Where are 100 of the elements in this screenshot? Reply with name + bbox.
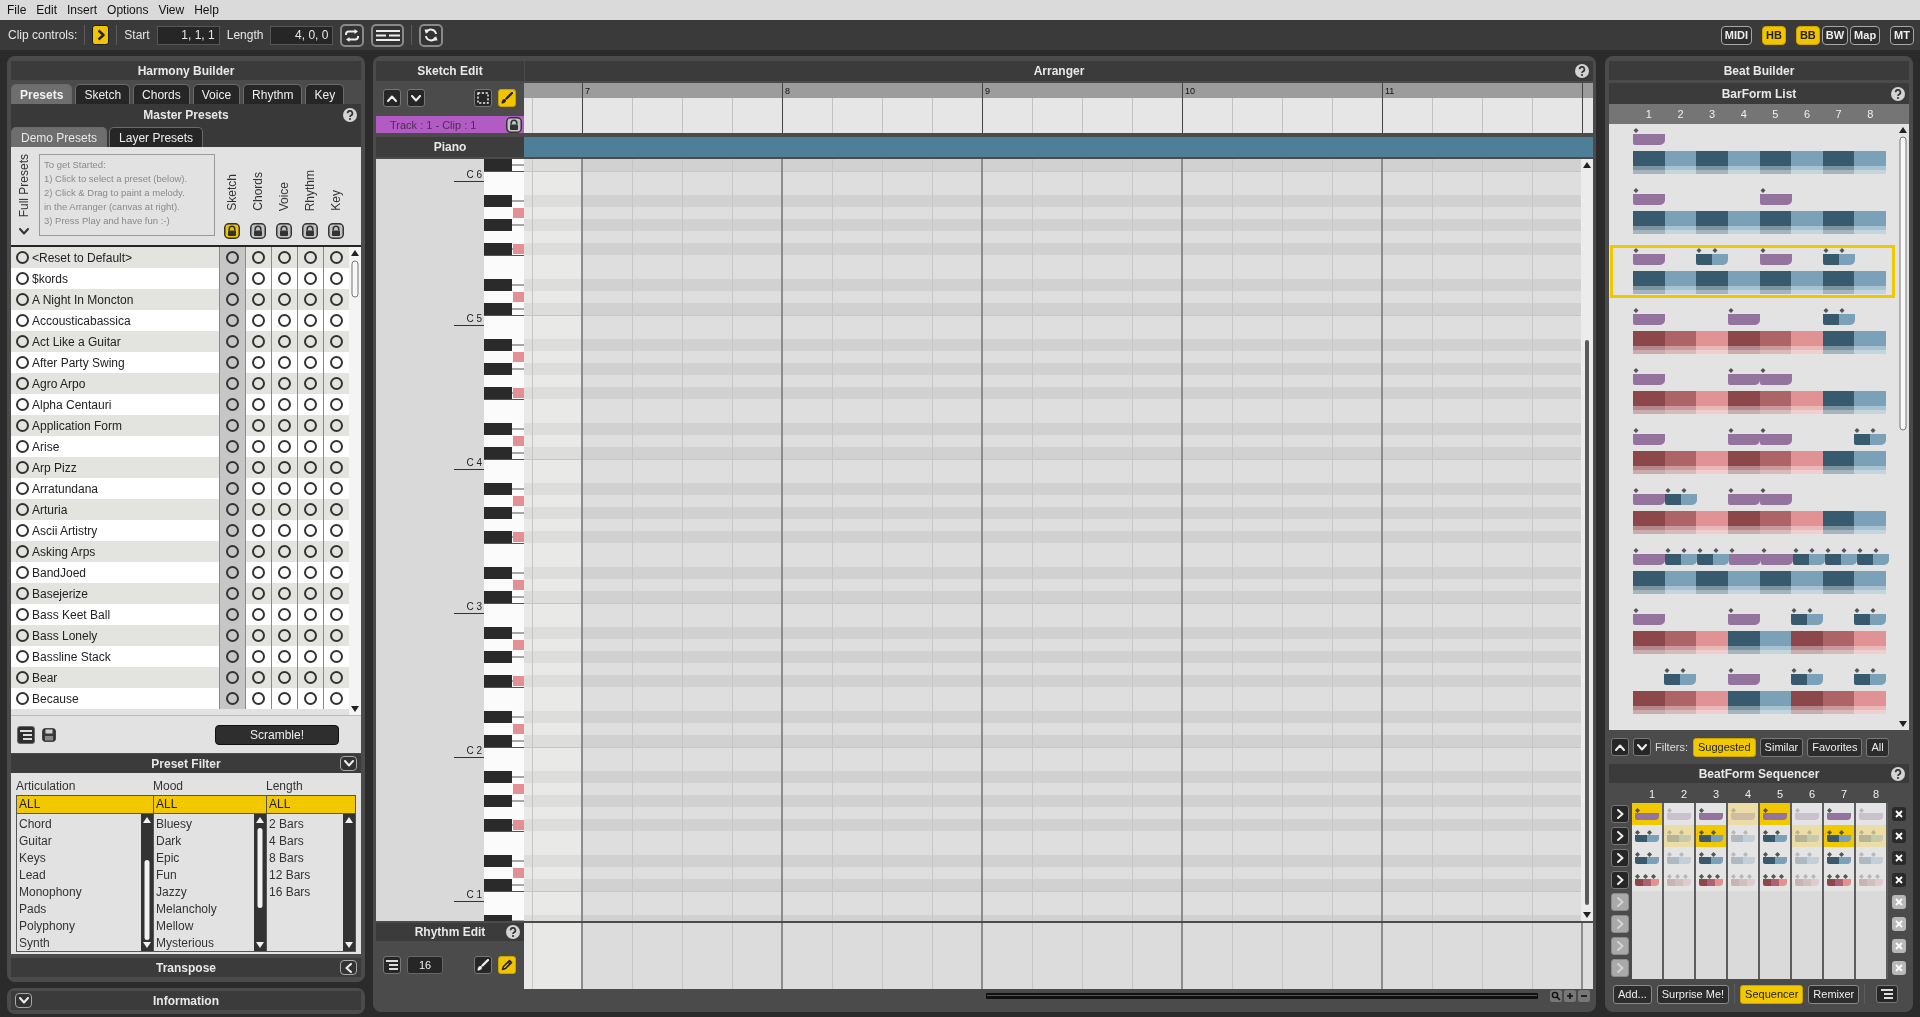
expand-track-button[interactable] xyxy=(1611,871,1629,889)
sequencer-cell[interactable] xyxy=(1696,803,1728,825)
lock-icon[interactable] xyxy=(250,223,266,239)
radio-button[interactable] xyxy=(330,356,343,369)
radio-button[interactable] xyxy=(278,545,291,558)
radio-button[interactable] xyxy=(252,398,265,411)
vertical-scrollbar[interactable] xyxy=(1581,159,1593,921)
tab[interactable]: Rhythm xyxy=(243,84,303,104)
refresh-button[interactable] xyxy=(419,23,444,47)
preset-name[interactable]: After Party Swing xyxy=(32,355,125,370)
radio-button[interactable] xyxy=(16,545,29,558)
radio-button[interactable] xyxy=(278,293,291,306)
radio-button[interactable] xyxy=(278,482,291,495)
radio-button[interactable] xyxy=(16,314,29,327)
radio-button[interactable] xyxy=(304,356,317,369)
filter-option[interactable]: Chord xyxy=(17,816,141,833)
sequencer-cell[interactable] xyxy=(1664,803,1696,825)
sequencer-cell[interactable] xyxy=(1824,869,1856,891)
radio-button[interactable] xyxy=(278,524,291,537)
filter-button[interactable]: Similar xyxy=(1759,737,1804,757)
previous-button[interactable] xyxy=(1611,738,1629,756)
radio-button[interactable] xyxy=(252,377,265,390)
expand-button[interactable] xyxy=(15,993,32,1008)
filter-button[interactable]: Favorites xyxy=(1807,737,1863,757)
radio-button[interactable] xyxy=(252,566,265,579)
radio-button[interactable] xyxy=(278,251,291,264)
vertical-scrollbar[interactable] xyxy=(141,814,153,951)
sequencer-cell[interactable] xyxy=(1696,847,1728,869)
barform-item[interactable] xyxy=(1610,245,1895,298)
sequencer-cell[interactable] xyxy=(1696,825,1728,847)
radio-button[interactable] xyxy=(304,398,317,411)
radio-button[interactable] xyxy=(252,314,265,327)
radio-button[interactable] xyxy=(252,293,265,306)
radio-button[interactable] xyxy=(304,671,317,684)
preset-name[interactable]: Bear xyxy=(32,670,58,685)
scroll-down-button[interactable] xyxy=(407,89,425,107)
filter-option[interactable]: ALL xyxy=(17,796,153,814)
filter-option[interactable]: Pads xyxy=(17,901,141,918)
preset-name[interactable]: <Reset to Default> xyxy=(32,250,133,265)
radio-button[interactable] xyxy=(330,608,343,621)
sequencer-cell[interactable] xyxy=(1792,803,1824,825)
filter-option[interactable]: Mellow xyxy=(154,918,254,935)
radio-button[interactable] xyxy=(226,608,239,621)
menu-button[interactable] xyxy=(1876,985,1899,1003)
radio-button[interactable] xyxy=(226,503,239,516)
sequencer-cell[interactable] xyxy=(1824,803,1856,825)
sequencer-cell[interactable] xyxy=(1856,869,1888,891)
expand-track-button[interactable] xyxy=(1611,805,1629,823)
radio-button[interactable] xyxy=(226,398,239,411)
sequencer-cell[interactable] xyxy=(1824,847,1856,869)
radio-button[interactable] xyxy=(16,503,29,516)
list-button[interactable] xyxy=(17,725,35,744)
radio-button[interactable] xyxy=(16,461,29,474)
radio-button[interactable] xyxy=(330,629,343,642)
radio-button[interactable] xyxy=(304,482,317,495)
radio-button[interactable] xyxy=(16,440,29,453)
scramble-button[interactable]: Scramble! xyxy=(215,724,339,745)
sequencer-cell[interactable] xyxy=(1728,803,1760,825)
filter-option[interactable]: ALL xyxy=(154,796,266,814)
radio-button[interactable] xyxy=(304,377,317,390)
play-button[interactable] xyxy=(92,25,110,45)
next-button[interactable] xyxy=(1633,738,1651,756)
preset-name[interactable]: Bass Keet Ball xyxy=(32,607,111,622)
mode-button[interactable]: Add... xyxy=(1613,984,1652,1004)
toggle-button[interactable]: BW xyxy=(1821,25,1849,45)
menu-item[interactable]: View xyxy=(153,1,190,19)
radio-button[interactable] xyxy=(226,671,239,684)
lock-icon[interactable] xyxy=(302,223,318,239)
filter-option[interactable]: 16 Bars xyxy=(267,884,343,901)
radio-button[interactable] xyxy=(226,587,239,600)
menu-item[interactable]: Edit xyxy=(31,1,63,19)
filter-option[interactable]: Mysterious xyxy=(154,935,254,951)
filter-option[interactable]: 8 Bars xyxy=(267,850,343,867)
radio-button[interactable] xyxy=(304,272,317,285)
radio-button[interactable] xyxy=(16,335,29,348)
sequencer-cell[interactable] xyxy=(1792,869,1824,891)
radio-button[interactable] xyxy=(16,650,29,663)
radio-button[interactable] xyxy=(16,377,29,390)
radio-button[interactable] xyxy=(226,545,239,558)
radio-button[interactable] xyxy=(226,356,239,369)
radio-button[interactable] xyxy=(278,650,291,663)
tab[interactable]: Key xyxy=(305,84,345,104)
toggle-button[interactable]: MT xyxy=(1890,25,1914,45)
preset-name[interactable]: BandJoed xyxy=(32,565,87,580)
radio-button[interactable] xyxy=(304,545,317,558)
filter-option[interactable]: Epic xyxy=(154,850,254,867)
radio-button[interactable] xyxy=(278,608,291,621)
radio-button[interactable] xyxy=(330,566,343,579)
radio-button[interactable] xyxy=(278,587,291,600)
plus-icon[interactable] xyxy=(1564,990,1576,1002)
layout-button[interactable] xyxy=(371,23,405,47)
tab[interactable]: Sketch xyxy=(75,84,131,104)
radio-button[interactable] xyxy=(330,251,343,264)
filter-option[interactable]: Melancholy xyxy=(154,901,254,918)
radio-button[interactable] xyxy=(278,440,291,453)
filter-option[interactable]: 4 Bars xyxy=(267,833,343,850)
radio-button[interactable] xyxy=(330,545,343,558)
preset-name[interactable]: Because xyxy=(32,691,79,706)
preset-name[interactable]: Arturia xyxy=(32,502,68,517)
preset-name[interactable]: Asking Arps xyxy=(32,544,96,559)
